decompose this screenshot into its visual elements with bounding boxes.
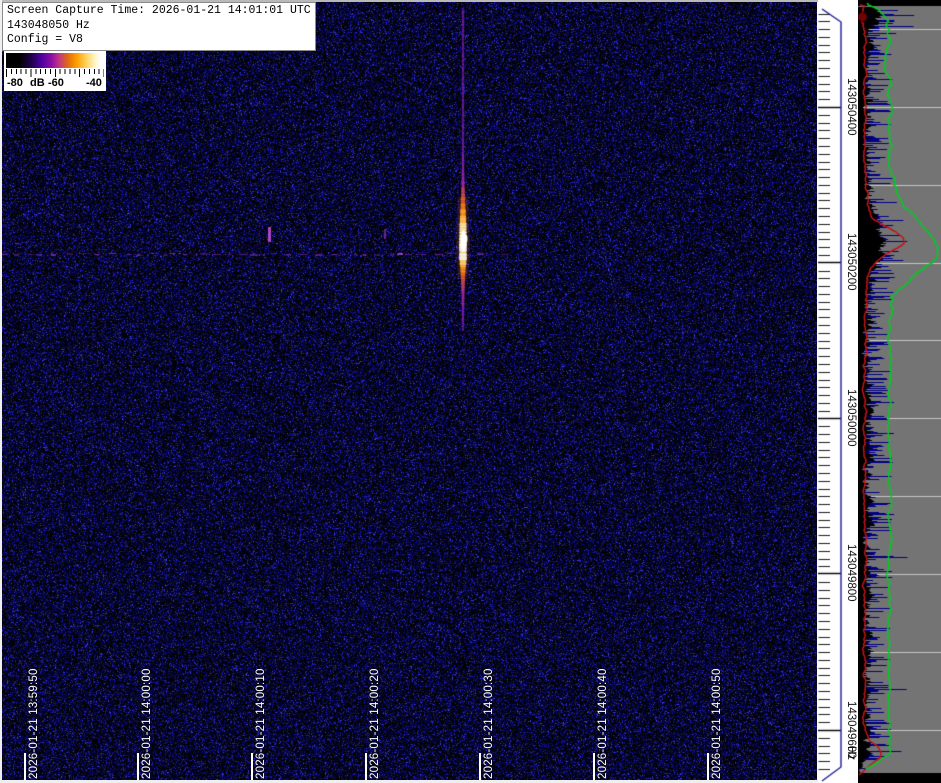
window-border-left bbox=[0, 0, 2, 783]
colorbar-gradient bbox=[6, 53, 104, 68]
colorbar-label: -40 bbox=[86, 77, 102, 90]
capture-info-box: Screen Capture Time: 2026-01-21 14:01:01… bbox=[2, 2, 316, 51]
capture-time-text: Screen Capture Time: 2026-01-21 14:01:01… bbox=[7, 4, 311, 19]
colorbar-label: -80 bbox=[7, 77, 23, 90]
colorbar-ticks bbox=[6, 69, 104, 77]
center-frequency-text: 143048050 Hz bbox=[7, 19, 311, 34]
colorbar-labels: -80 dB-60 -40 bbox=[6, 77, 104, 90]
spectrogram-canvas bbox=[2, 2, 818, 780]
config-text: Config = V8 bbox=[7, 33, 311, 48]
spectrum-panel-canvas bbox=[858, 0, 941, 783]
app-window: Screen Capture Time: 2026-01-21 14:01:01… bbox=[0, 0, 941, 783]
colorbar-label: -60 bbox=[48, 77, 64, 90]
frequency-ruler-canvas bbox=[817, 0, 858, 783]
colorbar: -80 dB-60 -40 bbox=[4, 51, 106, 91]
colorbar-label: dB bbox=[30, 77, 45, 90]
